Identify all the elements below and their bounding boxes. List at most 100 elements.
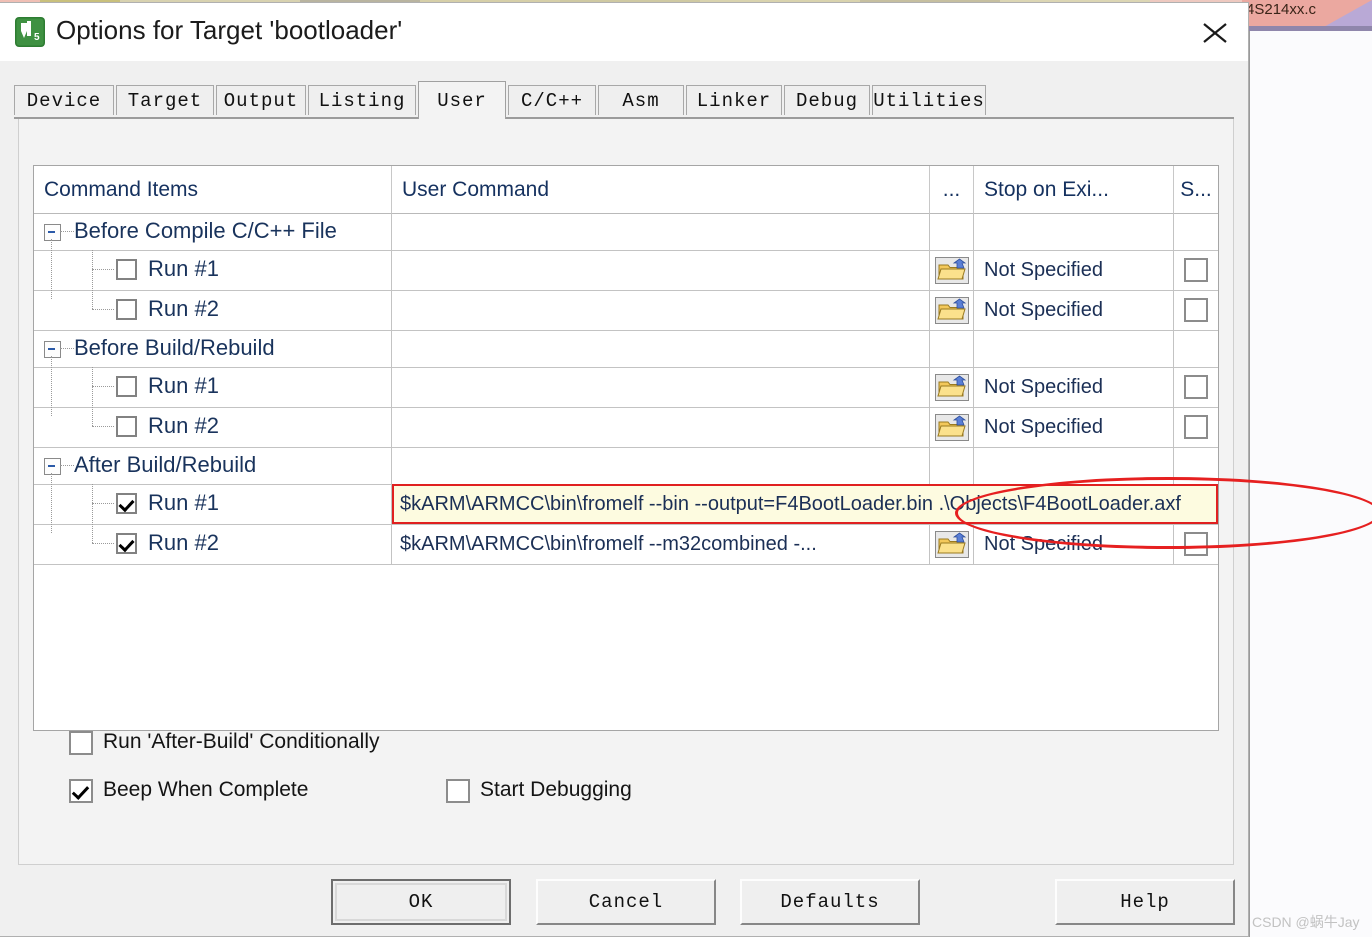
browse-folder-icon[interactable] [934,530,969,558]
table-row[interactable]: Run #1 $kARM\ARMCC\bin\fromelf --bin --ou… [34,484,1218,525]
cell-command-items[interactable]: Run #2 [34,407,392,447]
user-command-edit-input[interactable]: $kARM\ARMCC\bin\fromelf --bin --output=F… [392,484,1218,524]
table-row[interactable]: Run #2 $kARM\ARMCC\bin\fromelf --m32combi… [34,524,1218,565]
tree-connector [92,269,114,270]
table-row[interactable]: Run #2 Not Specified [34,407,1218,448]
run-enable-checkbox[interactable] [116,493,137,514]
grid-body: Before Compile C/C++ File Run #1 Not Speci… [34,213,1218,731]
beep-when-complete-checkbox[interactable] [69,779,93,803]
tab-output[interactable]: Output [216,85,306,115]
help-button[interactable]: Help [1055,879,1235,925]
stop-flag-checkbox[interactable] [1184,298,1208,322]
cell-command-items[interactable]: Run #1 [34,367,392,407]
cell-stop-flag[interactable] [1174,290,1218,330]
cell-stop-on-exit[interactable]: Not Specified [974,367,1174,407]
tree-connector [92,367,94,426]
dialog-titlebar: 5 Options for Target 'bootloader' [0,3,1248,61]
tab-c-c[interactable]: C/C++ [508,85,596,115]
tree-connector [60,231,74,233]
cell-stop-flag[interactable] [1174,407,1218,447]
table-row[interactable]: Run #1 Not Specified [34,367,1218,408]
cell-browse[interactable] [930,290,974,330]
tab-listing[interactable]: Listing [308,85,416,115]
tab-target[interactable]: Target [116,85,214,115]
cell-user-command[interactable]: $kARM\ARMCC\bin\fromelf --m32combined -.… [392,524,930,564]
user-tab-page: Command Items User Command... Stop on Exi.… [18,119,1234,865]
defaults-button[interactable]: Defaults [740,879,920,925]
tab-user[interactable]: User [418,81,506,119]
cell-user-command[interactable] [392,367,930,407]
table-row[interactable]: Run #1 Not Specified [34,250,1218,291]
browse-folder-icon[interactable] [934,373,969,401]
cell-stop-on-exit[interactable]: Not Specified [974,407,1174,447]
run-after-build-conditionally-checkbox[interactable] [69,731,93,755]
stop-flag-checkbox[interactable] [1184,532,1208,556]
browse-folder-icon[interactable] [934,256,969,284]
stop-flag-checkbox[interactable] [1184,375,1208,399]
cell-user-command[interactable] [392,447,930,484]
run-enable-checkbox[interactable] [116,299,137,320]
cell-command-items[interactable]: Run #1 [34,250,392,290]
cell-browse[interactable] [930,524,974,564]
column-header-browse[interactable]: ... [930,166,974,213]
cell-stop-on-exit[interactable] [974,330,1174,367]
cell-stop-flag[interactable] [1174,367,1218,407]
cell-stop-on-exit[interactable] [974,213,1174,250]
cell-stop-on-exit[interactable]: Not Specified [974,250,1174,290]
cancel-button[interactable]: Cancel [536,879,716,925]
grid-header-row: Command Items User Command... Stop on Exi.… [34,166,1218,214]
cell-user-command[interactable] [392,330,930,367]
tree-connector [92,426,114,427]
tab-asm[interactable]: Asm [598,85,684,115]
start-debugging-checkbox[interactable] [446,779,470,803]
svg-text:5: 5 [34,32,40,43]
stop-flag-checkbox[interactable] [1184,258,1208,282]
cell-command-items[interactable]: Before Compile C/C++ File [34,213,392,250]
cell-stop-on-exit[interactable]: Not Specified [974,290,1174,330]
cell-command-items[interactable]: After Build/Rebuild [34,447,392,484]
tree-group-label: After Build/Rebuild [74,452,257,477]
cell-stop-on-exit[interactable]: Not Specified [974,524,1174,564]
column-header-user-command[interactable]: User Command [392,166,930,213]
browse-folder-icon[interactable] [934,413,969,441]
cell-user-command[interactable] [392,213,930,250]
stop-flag-checkbox[interactable] [1184,415,1208,439]
tab-linker[interactable]: Linker [686,85,782,115]
close-icon[interactable] [1182,8,1248,56]
cell-command-items[interactable]: Run #1 [34,484,392,524]
tab-bar: Device Target Output Listing User C/C++ Asm Lin… [14,81,1234,119]
tab-debug[interactable]: Debug [784,85,870,115]
table-row[interactable]: Before Build/Rebuild [34,330,1218,368]
cell-user-command[interactable] [392,250,930,290]
column-header-stop-flag[interactable]: S... [1174,166,1218,213]
tab-device[interactable]: Device [14,85,114,115]
run-enable-checkbox[interactable] [116,259,137,280]
cell-user-command[interactable] [392,290,930,330]
run-enable-checkbox[interactable] [116,533,137,554]
run-enable-checkbox[interactable] [116,416,137,437]
tab-utilities[interactable]: Utilities [872,85,986,115]
column-header-command-items[interactable]: Command Items [34,166,392,213]
column-header-stop-on-exit[interactable]: Stop on Exi... [974,166,1174,213]
tree-item-label: Run #2 [148,296,219,321]
tree-connector [51,356,53,416]
cell-stop-flag[interactable] [1174,250,1218,290]
cell-browse[interactable] [930,367,974,407]
run-enable-checkbox[interactable] [116,376,137,397]
cell-browse[interactable] [930,407,974,447]
browse-folder-icon[interactable] [934,296,969,324]
options-dialog: 5 Options for Target 'bootloader' Device… [0,2,1249,937]
start-debugging-label: Start Debugging [480,778,632,801]
tree-connector [92,503,114,504]
table-row[interactable]: Run #2 Not Specified [34,290,1218,331]
ok-button[interactable]: OK [331,879,511,925]
cell-command-items[interactable]: Run #2 [34,290,392,330]
table-row[interactable]: After Build/Rebuild [34,447,1218,485]
cell-user-command[interactable] [392,407,930,447]
cell-browse[interactable] [930,250,974,290]
table-row[interactable]: Before Compile C/C++ File [34,213,1218,251]
cell-stop-flag[interactable] [1174,524,1218,564]
cell-stop-on-exit[interactable] [974,447,1174,484]
cell-command-items[interactable]: Before Build/Rebuild [34,330,392,367]
cell-command-items[interactable]: Run #2 [34,524,392,564]
